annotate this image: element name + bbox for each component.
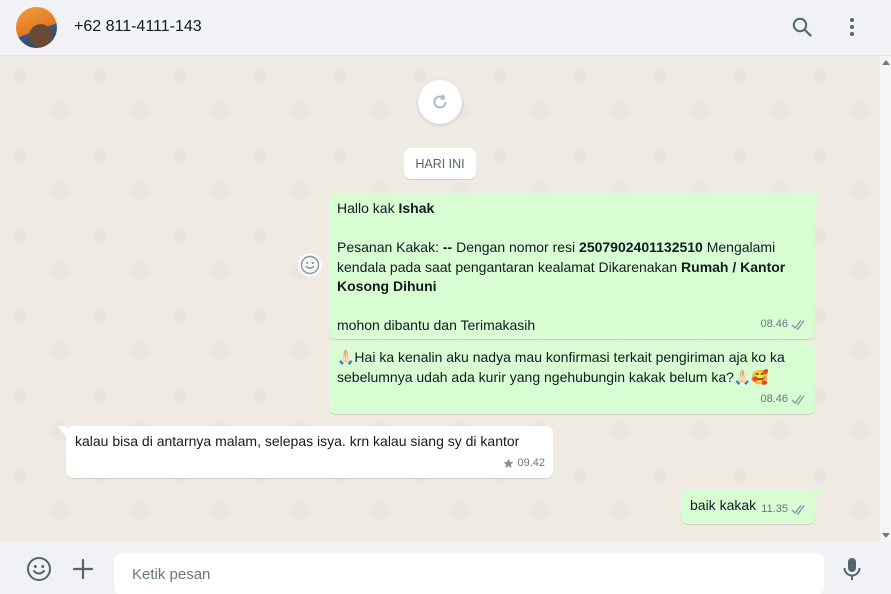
message-input[interactable] [114, 553, 824, 594]
message-bubble-incoming[interactable]: kalau bisa di antarnya malam, selepas is… [58, 426, 553, 478]
message-meta: 09.42 [503, 454, 545, 474]
double-check-icon [791, 319, 805, 330]
kebab-menu-icon[interactable] [840, 15, 864, 39]
bubble-tail [58, 426, 67, 438]
microphone-icon[interactable] [839, 556, 865, 582]
message-text: baik kakak [690, 497, 757, 513]
scroll-down-arrow-icon[interactable] [882, 533, 890, 538]
message-text: kalau bisa di antarnya malam, selepas is… [75, 433, 520, 449]
message-line: kendala pada saat pengantaran kealamat D… [337, 258, 786, 275]
message-time: 08.46 [760, 317, 788, 330]
avatar[interactable] [16, 7, 57, 48]
message-time: 08.46 [760, 392, 788, 405]
date-divider: HARI INI [404, 148, 476, 179]
scrollbar[interactable] [880, 56, 891, 542]
search-icon[interactable] [790, 15, 814, 39]
message-line: mohon dibantu dan Terimakasih [337, 317, 536, 333]
message-line: 🙏🏻Hai ka kenalin aku nadya mau konfirmas… [337, 349, 785, 365]
message-time: 09.42 [517, 456, 545, 469]
message-line: Kosong Dihuni [337, 278, 437, 294]
chat-header: +62 811-4111-143 [0, 0, 891, 56]
chat-pane[interactable]: HARI INI Hallo kak Ishak Pesanan Kakak: … [0, 56, 880, 542]
message-time: 11.35 [761, 502, 788, 515]
star-icon [504, 458, 514, 468]
emoji-icon[interactable] [26, 556, 52, 582]
message-bubble-outgoing[interactable]: Hallo kak Ishak Pesanan Kakak: -- Dengan… [329, 193, 823, 339]
message-meta: 08.46 [760, 390, 807, 410]
contact-name[interactable]: +62 811-4111-143 [74, 18, 202, 36]
double-check-icon [791, 504, 805, 515]
message-bubble-outgoing[interactable]: 🙏🏻Hai ka kenalin aku nadya mau konfirmas… [329, 342, 815, 414]
bubble-tail [814, 490, 823, 502]
double-check-icon [791, 394, 805, 405]
message-line: sebelumnya udah ada kurir yang ngehubung… [337, 368, 769, 385]
refresh-icon[interactable] [418, 80, 462, 124]
message-line: Pesanan Kakak: -- Dengan nomor resi 2507… [337, 239, 776, 255]
message-meta: 11.35 [761, 500, 807, 520]
bubble-tail [814, 193, 823, 205]
message-line: Hallo kak Ishak [337, 200, 435, 216]
scroll-up-arrow-icon[interactable] [882, 60, 890, 65]
composer-bar [0, 542, 891, 594]
message-meta: 08.46 [760, 315, 807, 335]
react-emoji-icon[interactable] [298, 253, 322, 277]
plus-icon[interactable] [70, 556, 96, 582]
message-bubble-outgoing[interactable]: baik kakak 11.35 [681, 490, 823, 524]
